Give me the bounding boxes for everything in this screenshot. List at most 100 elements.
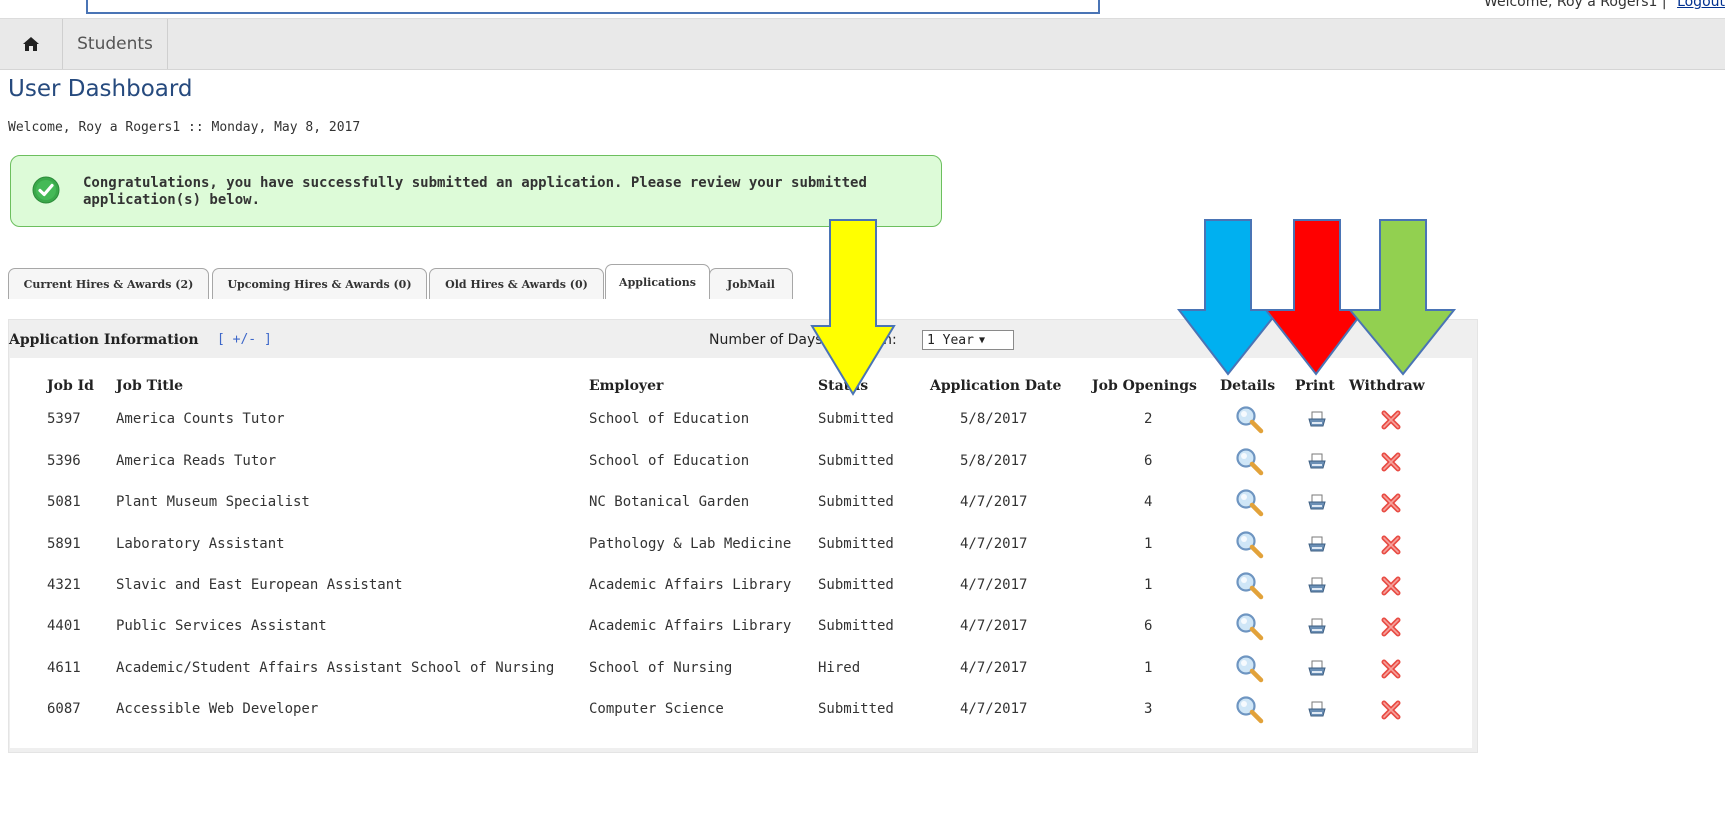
cell-job-openings: 4 [1144, 494, 1153, 510]
application-panel: Application Information [ +/- ] Number o… [8, 319, 1478, 753]
cell-job-openings: 3 [1144, 701, 1153, 717]
printer-icon[interactable] [1306, 451, 1332, 477]
cell-job-title: Public Services Assistant [116, 618, 327, 634]
panel-title: Application Information [9, 332, 199, 348]
cell-job-id: 5081 [47, 494, 81, 510]
cell-job-id: 4611 [47, 660, 81, 676]
cell-application-date: 4/7/2017 [960, 536, 1028, 552]
col-header-details: Details [1220, 378, 1276, 394]
cell-job-id: 5891 [47, 536, 81, 552]
cell-application-date: 4/7/2017 [960, 618, 1028, 634]
cell-job-openings: 2 [1144, 411, 1153, 427]
nav-bar: Students [0, 18, 1725, 70]
cell-status: Submitted [818, 618, 894, 634]
cell-status: Submitted [818, 577, 894, 593]
cell-job-openings: 6 [1144, 453, 1153, 469]
red-x-icon[interactable] [1380, 451, 1406, 477]
cell-job-openings: 1 [1144, 660, 1153, 676]
col-header-job-title[interactable]: Job Title [116, 378, 183, 394]
magnifier-icon[interactable] [1234, 447, 1264, 476]
days-select[interactable]: 1 Year ▼ [922, 330, 1014, 350]
cell-job-openings: 6 [1144, 618, 1153, 634]
col-header-job-openings[interactable]: Job Openings [1092, 378, 1197, 394]
cell-application-date: 4/7/2017 [960, 494, 1028, 510]
cell-employer: School of Education [589, 453, 750, 469]
alert-message: Congratulations, you have successfully s… [83, 175, 867, 208]
red-x-icon[interactable] [1380, 575, 1406, 601]
col-header-print: Print [1295, 378, 1335, 394]
nav-tab-students[interactable]: Students [63, 19, 168, 69]
cell-job-id: 5397 [47, 411, 81, 427]
red-x-icon[interactable] [1380, 492, 1406, 518]
tab-upcoming-hires[interactable]: Upcoming Hires & Awards (0) [212, 268, 427, 299]
home-button[interactable] [0, 19, 63, 69]
days-select-value: 1 Year [927, 332, 974, 348]
cell-employer: Pathology & Lab Medicine [589, 536, 792, 552]
cell-status: Submitted [818, 453, 894, 469]
cell-employer: Academic Affairs Library [589, 577, 792, 593]
printer-icon[interactable] [1306, 534, 1332, 560]
panel-toggle[interactable]: [ +/- ] [217, 332, 272, 347]
cell-job-openings: 1 [1144, 577, 1153, 593]
cell-employer: NC Botanical Garden [589, 494, 750, 510]
col-header-application-date[interactable]: Application Date [930, 378, 1061, 394]
cell-job-title: Plant Museum Specialist [116, 494, 310, 510]
cell-application-date: 4/7/2017 [960, 577, 1028, 593]
printer-icon[interactable] [1306, 658, 1332, 684]
logout-link[interactable]: Logout [1677, 0, 1725, 10]
printer-icon[interactable] [1306, 699, 1332, 725]
cell-status: Hired [818, 660, 861, 676]
cell-job-title: America Reads Tutor [116, 453, 277, 469]
cell-job-id: 4401 [47, 618, 81, 634]
checkmark-icon [32, 176, 60, 204]
tab-applications[interactable]: Applications [605, 264, 710, 299]
magnifier-icon[interactable] [1234, 571, 1264, 600]
cell-job-id: 4321 [47, 577, 81, 593]
magnifier-icon[interactable] [1234, 654, 1264, 683]
cell-application-date: 5/8/2017 [960, 411, 1028, 427]
cell-status: Submitted [818, 536, 894, 552]
cell-job-openings: 1 [1144, 536, 1153, 552]
cell-job-title: Academic/Student Affairs Assistant Schoo… [116, 660, 555, 676]
page-title: User Dashboard [8, 76, 193, 102]
magnifier-icon[interactable] [1234, 405, 1264, 434]
magnifier-icon[interactable] [1234, 488, 1264, 517]
cell-job-title: Laboratory Assistant [116, 536, 285, 552]
red-x-icon[interactable] [1380, 658, 1406, 684]
success-alert: Congratulations, you have successfully s… [10, 155, 942, 227]
cell-employer: Academic Affairs Library [589, 618, 792, 634]
cell-job-title: Slavic and East European Assistant [116, 577, 403, 593]
printer-icon[interactable] [1306, 616, 1332, 642]
col-header-employer[interactable]: Employer [589, 378, 663, 394]
col-header-job-id[interactable]: Job Id [47, 378, 94, 394]
magnifier-icon[interactable] [1234, 612, 1264, 641]
top-welcome-text: Welcome, Roy a Rogers1 [1483, 0, 1658, 10]
top-welcome: Welcome, Roy a Rogers1 | Logout [1484, 0, 1725, 10]
cell-job-title: America Counts Tutor [116, 411, 285, 427]
tab-old-hires[interactable]: Old Hires & Awards (0) [429, 268, 604, 299]
status-arrow [810, 219, 896, 396]
cell-application-date: 4/7/2017 [960, 701, 1028, 717]
cell-status: Submitted [818, 411, 894, 427]
cell-employer: Computer Science [589, 701, 724, 717]
red-x-icon[interactable] [1380, 616, 1406, 642]
printer-icon[interactable] [1306, 492, 1332, 518]
magnifier-icon[interactable] [1234, 530, 1264, 559]
top-separator: | [1661, 0, 1667, 10]
printer-icon[interactable] [1306, 575, 1332, 601]
printer-icon[interactable] [1306, 409, 1332, 435]
red-x-icon[interactable] [1380, 409, 1406, 435]
cell-application-date: 4/7/2017 [960, 660, 1028, 676]
cell-application-date: 5/8/2017 [960, 453, 1028, 469]
home-icon [23, 37, 39, 51]
application-table: Job Id Job Title Employer Status Applica… [10, 358, 1472, 748]
tab-current-hires[interactable]: Current Hires & Awards (2) [8, 268, 209, 299]
red-x-icon[interactable] [1380, 699, 1406, 725]
chevron-down-icon: ▼ [978, 334, 985, 346]
red-x-icon[interactable] [1380, 534, 1406, 560]
tab-jobmail[interactable]: JobMail [709, 268, 793, 299]
top-banner [86, 0, 1100, 14]
cell-status: Submitted [818, 701, 894, 717]
magnifier-icon[interactable] [1234, 695, 1264, 724]
withdraw-arrow [1347, 219, 1457, 376]
